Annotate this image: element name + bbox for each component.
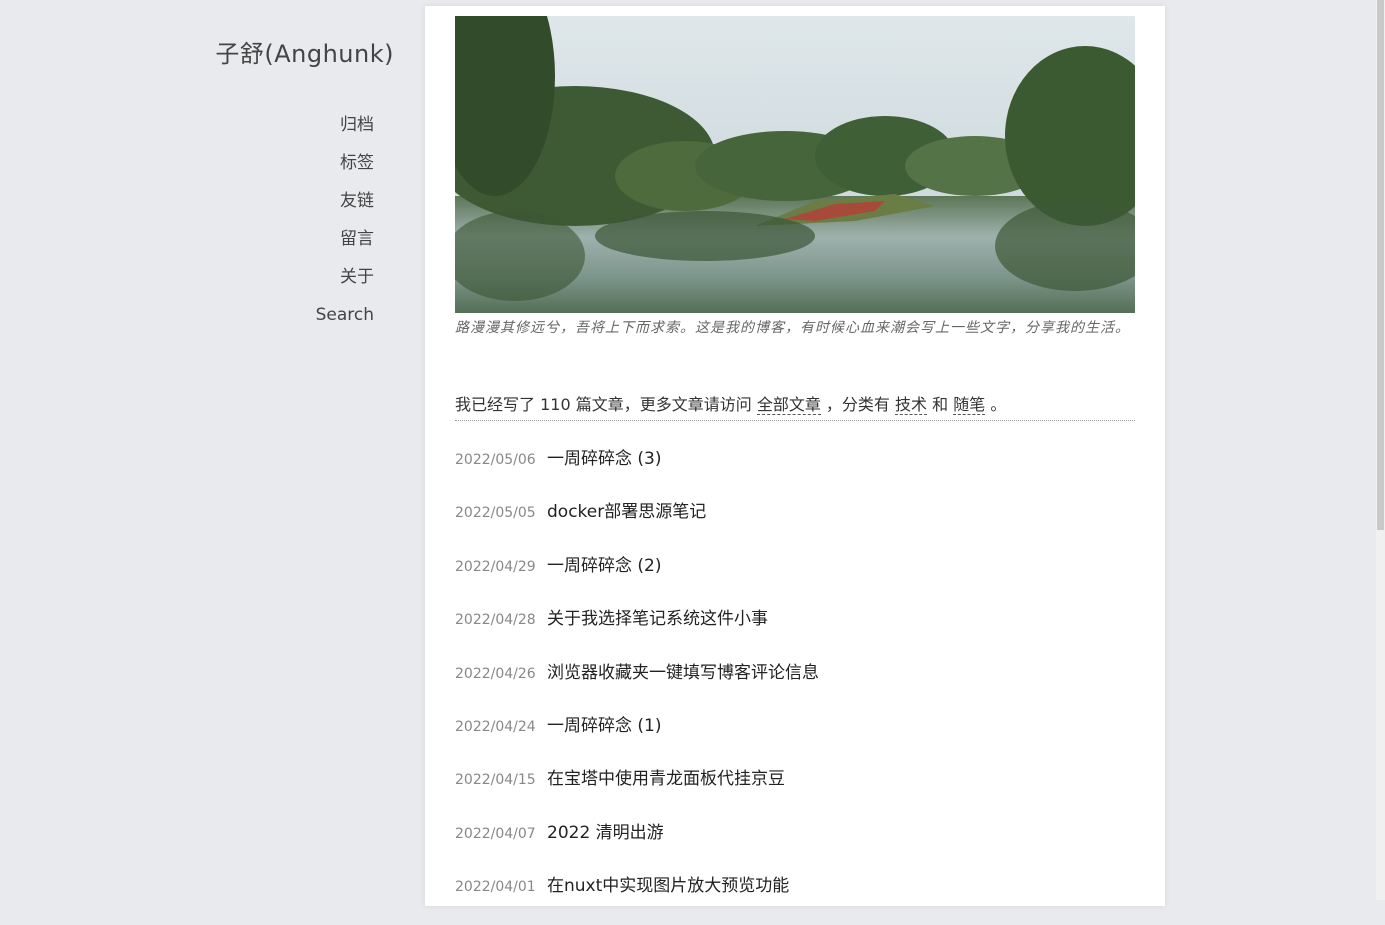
post-date: 2022/05/05 <box>455 505 536 522</box>
nav-item-tags[interactable]: 标签 <box>260 144 374 182</box>
post-title-link[interactable]: 一周碎碎念 (1) <box>547 711 661 736</box>
post-title-link[interactable]: 2022 清明出游 <box>547 818 664 843</box>
summary-and: 和 <box>932 395 949 414</box>
list-item: 2022/04/24 一周碎碎念 (1) <box>455 711 1135 764</box>
list-item: 2022/04/26 浏览器收藏夹一键填写博客评论信息 <box>455 658 1135 711</box>
list-item: 2022/04/07 2022 清明出游 <box>455 818 1135 871</box>
post-title-link[interactable]: 一周碎碎念 (2) <box>547 551 661 576</box>
main-content: 路漫漫其修远兮，吾将上下而求索。这是我的博客，有时候心血来潮会写上一些文字，分享… <box>425 6 1165 906</box>
category-essay-link[interactable]: 随笔 <box>953 395 986 415</box>
post-date: 2022/04/28 <box>455 612 536 629</box>
post-title-link[interactable]: 在宝塔中使用青龙面板代挂京豆 <box>547 764 785 789</box>
nav-item-about[interactable]: 关于 <box>260 258 374 296</box>
post-title-link[interactable]: 一周碎碎念 (3) <box>547 444 661 469</box>
nav-item-archive[interactable]: 归档 <box>260 106 374 144</box>
list-item: 2022/04/01 在nuxt中实现图片放大预览功能 <box>455 871 1135 924</box>
post-list: 2022/05/06 一周碎碎念 (3) 2022/05/05 docker部署… <box>455 444 1135 925</box>
post-title-link[interactable]: docker部署思源笔记 <box>547 497 706 522</box>
list-item: 2022/05/05 docker部署思源笔记 <box>455 497 1135 550</box>
summary-prefix: 我已经写了 110 篇文章，更多文章请访问 <box>455 395 752 414</box>
post-date: 2022/05/06 <box>455 452 536 468</box>
list-item: 2022/04/15 在宝塔中使用青龙面板代挂京豆 <box>455 764 1135 817</box>
post-date: 2022/04/24 <box>455 718 536 735</box>
site-title[interactable]: 子舒(Anghunk) <box>180 34 394 69</box>
category-tech-link[interactable]: 技术 <box>895 395 928 415</box>
list-item: 2022/04/29 一周碎碎念 (2) <box>455 551 1135 604</box>
post-summary: 我已经写了 110 篇文章，更多文章请访问 全部文章 ，分类有 技术 和 随笔 … <box>455 392 1135 421</box>
post-date: 2022/04/07 <box>455 825 536 842</box>
post-title-link[interactable]: 关于我选择笔记系统这件小事 <box>547 604 768 629</box>
hero-image <box>455 16 1135 313</box>
sidebar-nav: 归档 标签 友链 留言 关于 Search <box>260 106 374 334</box>
scrollbar-thumb[interactable] <box>1377 0 1384 530</box>
list-item: 2022/05/06 一周碎碎念 (3) <box>455 444 1135 497</box>
nav-item-search[interactable]: Search <box>260 296 374 334</box>
list-item: 2022/04/28 关于我选择笔记系统这件小事 <box>455 604 1135 657</box>
all-posts-link[interactable]: 全部文章 <box>756 395 821 415</box>
post-title-link[interactable]: 在nuxt中实现图片放大预览功能 <box>547 871 789 896</box>
nav-item-friends[interactable]: 友链 <box>260 182 374 220</box>
post-title-link[interactable]: 浏览器收藏夹一键填写博客评论信息 <box>547 658 819 683</box>
blog-motto: 路漫漫其修远兮，吾将上下而求索。这是我的博客，有时候心血来潮会写上一些文字，分享… <box>455 320 1130 336</box>
summary-suffix: 。 <box>990 395 1007 414</box>
summary-mid: ，分类有 <box>825 395 890 414</box>
post-date: 2022/04/26 <box>455 665 536 682</box>
post-date: 2022/04/01 <box>455 879 536 896</box>
post-date: 2022/04/15 <box>455 772 536 789</box>
post-date: 2022/04/29 <box>455 558 536 575</box>
nav-item-guestbook[interactable]: 留言 <box>260 220 374 258</box>
